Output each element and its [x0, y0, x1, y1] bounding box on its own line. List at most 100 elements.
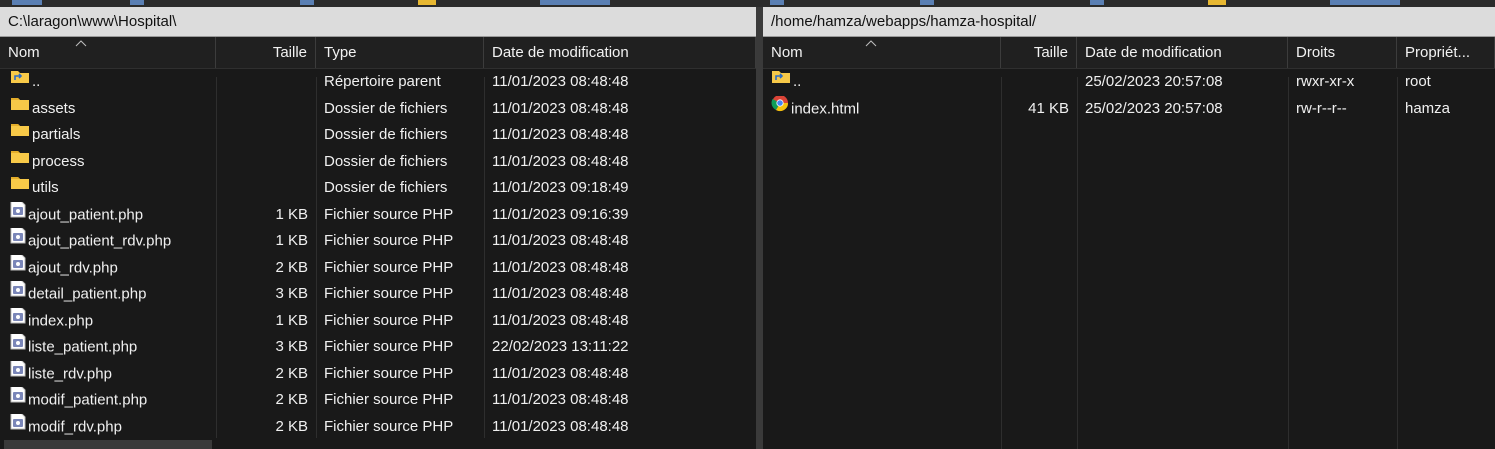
column-header-name[interactable]: Nom — [763, 37, 1001, 68]
file-name-cell[interactable]: index.php — [0, 307, 216, 335]
local-file-list: .. Répertoire parent 11/01/2023 08:48:48 as… — [0, 69, 756, 440]
file-name-cell[interactable]: partials — [0, 122, 216, 149]
sort-ascending-icon — [75, 39, 87, 47]
file-name: utils — [32, 179, 59, 197]
folder-icon — [10, 175, 30, 200]
php-file-icon — [10, 387, 26, 413]
table-row[interactable]: ajout_patient.php 1 KB Fichier source PHP 1… — [0, 201, 756, 229]
toolbar-strip — [0, 0, 1495, 7]
file-size — [1001, 69, 1077, 96]
file-name-cell[interactable]: liste_patient.php — [0, 334, 216, 361]
file-size — [216, 96, 316, 123]
local-column-headers: Nom Taille Type Date de modification — [0, 37, 756, 69]
file-name-cell[interactable]: ajout_patient_rdv.php — [0, 228, 216, 255]
table-row[interactable]: assets Dossier de fichiers 11/01/2023 08:4… — [0, 96, 756, 123]
column-header-rights[interactable]: Droits — [1288, 37, 1397, 68]
remote-file-panel: /home/hamza/webapps/hamza-hospital/ Nom … — [763, 7, 1495, 449]
toolbar-icon[interactable] — [12, 0, 42, 5]
file-size: 1 KB — [275, 232, 308, 249]
file-name-cell[interactable]: process — [0, 149, 216, 176]
local-path-bar[interactable]: C:\laragon\www\Hospital\ — [0, 7, 756, 37]
table-row[interactable]: modif_rdv.php 2 KB Fichier source PHP 11/01… — [0, 413, 756, 441]
table-row[interactable]: index.php 1 KB Fichier source PHP 11/01/202… — [0, 307, 756, 335]
folder-icon — [10, 122, 30, 147]
table-row[interactable]: modif_patient.php 2 KB Fichier source PHP 1… — [0, 387, 756, 414]
file-date: 11/01/2023 08:48:48 — [492, 99, 629, 117]
file-name-cell[interactable]: ajout_rdv.php — [0, 254, 216, 282]
php-file-icon — [10, 413, 26, 440]
table-row[interactable]: ajout_patient_rdv.php 1 KB Fichier source … — [0, 228, 756, 255]
column-header-owner[interactable]: Propriét... — [1397, 37, 1495, 68]
file-name-cell[interactable]: assets — [0, 96, 216, 123]
toolbar-icon[interactable] — [130, 0, 144, 5]
php-file-icon — [10, 228, 26, 254]
table-row[interactable]: process Dossier de fichiers 11/01/2023 08:… — [0, 149, 756, 176]
panel-splitter[interactable] — [756, 7, 763, 449]
file-size: 3 KB — [275, 338, 308, 355]
toolbar-icon[interactable] — [540, 0, 610, 5]
file-name: .. — [793, 73, 802, 91]
table-row[interactable]: .. 25/02/2023 20:57:08 rwxr-xr-x root — [763, 69, 1495, 96]
table-row[interactable]: detail_patient.php 3 KB Fichier source PHP… — [0, 281, 756, 308]
file-name-cell[interactable]: .. — [0, 69, 216, 96]
file-name-cell[interactable]: liste_rdv.php — [0, 360, 216, 388]
file-date: 11/01/2023 08:48:48 — [492, 311, 629, 329]
remote-path-bar[interactable]: /home/hamza/webapps/hamza-hospital/ — [763, 7, 1495, 37]
file-type: Fichier source PHP — [324, 391, 454, 408]
local-horizontal-scrollbar[interactable] — [4, 440, 212, 449]
file-type: Fichier source PHP — [324, 205, 454, 223]
file-name: index.php — [28, 312, 94, 330]
php-file-icon — [10, 360, 26, 387]
toolbar-icon[interactable] — [770, 0, 784, 5]
file-type: Fichier source PHP — [324, 364, 454, 382]
php-file-icon — [10, 201, 26, 228]
table-row[interactable]: index.html 41 KB 25/02/2023 20:57:08 rw-r--… — [763, 95, 1495, 123]
file-type: Fichier source PHP — [324, 417, 454, 435]
toolbar-icon[interactable] — [1330, 0, 1400, 5]
toolbar-icon[interactable] — [418, 0, 436, 5]
file-name-cell[interactable]: detail_patient.php — [0, 281, 216, 308]
toolbar-icon[interactable] — [300, 0, 314, 5]
file-name: ajout_patient_rdv.php — [28, 232, 172, 250]
file-type: Fichier source PHP — [324, 232, 454, 249]
column-header-date[interactable]: Date de modification — [1077, 37, 1288, 68]
file-size — [216, 122, 316, 149]
table-row[interactable]: ajout_rdv.php 2 KB Fichier source PHP 11/01… — [0, 254, 756, 282]
folder-icon — [10, 96, 30, 121]
file-date: 22/02/2023 13:11:22 — [492, 338, 629, 355]
php-file-icon — [10, 254, 26, 281]
file-name: index.html — [791, 100, 860, 118]
file-name-cell[interactable]: .. — [763, 69, 1001, 96]
toolbar-icon[interactable] — [1090, 0, 1104, 5]
column-header-size[interactable]: Taille — [216, 37, 316, 68]
file-name: ajout_rdv.php — [28, 259, 118, 277]
file-name-cell[interactable]: utils — [0, 175, 216, 202]
column-header-size[interactable]: Taille — [1001, 37, 1077, 68]
file-type: Fichier source PHP — [324, 311, 454, 329]
file-type: Fichier source PHP — [324, 338, 454, 355]
table-row[interactable]: partials Dossier de fichiers 11/01/2023 08… — [0, 122, 756, 149]
file-name-cell[interactable]: modif_patient.php — [0, 387, 216, 414]
table-row[interactable]: utils Dossier de fichiers 11/01/2023 09:18… — [0, 175, 756, 202]
file-name-cell[interactable]: modif_rdv.php — [0, 413, 216, 441]
file-date: 25/02/2023 20:57:08 — [1085, 99, 1223, 117]
toolbar-icon[interactable] — [920, 0, 934, 5]
table-row[interactable]: liste_patient.php 3 KB Fichier source PHP 2… — [0, 334, 756, 361]
file-name: assets — [32, 99, 76, 117]
file-permissions: rw-r--r-- — [1296, 99, 1347, 117]
file-size: 1 KB — [275, 311, 308, 329]
file-name-cell[interactable]: index.html — [763, 95, 1001, 123]
file-name: ajout_patient.php — [28, 206, 144, 224]
column-header-type[interactable]: Type — [316, 37, 484, 68]
file-type: Dossier de fichiers — [324, 99, 448, 117]
chrome-html-file-icon — [771, 95, 789, 122]
table-row[interactable]: .. Répertoire parent 11/01/2023 08:48:48 — [0, 69, 756, 96]
toolbar-icon[interactable] — [1208, 0, 1226, 5]
file-size: 2 KB — [275, 258, 308, 276]
table-row[interactable]: liste_rdv.php 2 KB Fichier source PHP 11/01… — [0, 360, 756, 388]
file-date: 11/01/2023 08:48:48 — [492, 258, 629, 276]
column-header-name[interactable]: Nom — [0, 37, 216, 68]
file-name: partials — [32, 126, 81, 144]
file-name-cell[interactable]: ajout_patient.php — [0, 201, 216, 229]
column-header-date[interactable]: Date de modification — [484, 37, 756, 68]
